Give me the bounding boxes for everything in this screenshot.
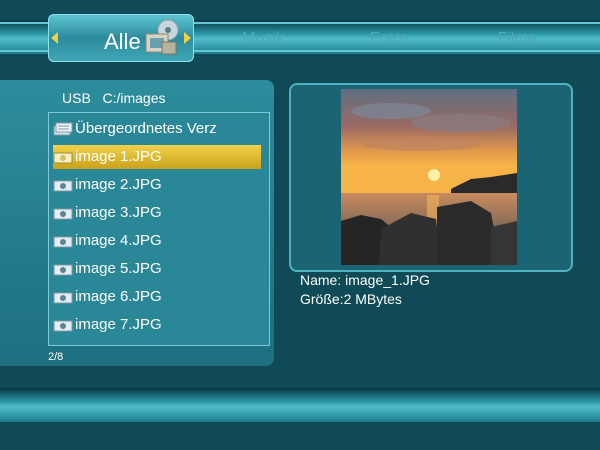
list-item-image-1[interactable]: image 1.JPG	[53, 145, 261, 169]
bottom-bar	[0, 388, 600, 422]
list-item-image-4[interactable]: image 4.JPG	[53, 229, 261, 253]
file-size-info: Größe:2 MBytes	[300, 291, 402, 307]
photo-file-icon	[53, 292, 73, 304]
file-name-info: Name: image_1.JPG	[300, 272, 430, 288]
photo-file-icon	[53, 180, 73, 192]
file-browser-panel: USB C:/images Übergeordnetes Verz image …	[0, 80, 274, 366]
tab-filme[interactable]: Filme	[457, 30, 577, 48]
source-label: USB	[62, 90, 91, 106]
tab-right-arrow-icon[interactable]	[184, 32, 191, 44]
photo-preview	[341, 89, 517, 265]
photo-file-icon	[53, 264, 73, 276]
current-path: USB C:/images	[62, 90, 166, 106]
tab-musik[interactable]: Musik	[203, 30, 323, 48]
parent-folder-icon	[53, 122, 73, 136]
list-item-image-7[interactable]: image 7.JPG	[53, 313, 261, 337]
tab-left-arrow-icon[interactable]	[51, 32, 58, 44]
tab-fotos[interactable]: Fotos	[330, 30, 450, 48]
tab-alle-label: Alle	[104, 29, 141, 54]
list-item-image-3[interactable]: image 3.JPG	[53, 201, 261, 225]
photo-file-icon	[53, 236, 73, 248]
list-item-parent-folder[interactable]: Übergeordnetes Verz	[53, 117, 261, 141]
tab-alle[interactable]: Alle	[48, 14, 194, 62]
path-label: C:/images	[102, 90, 166, 106]
media-all-icon	[145, 19, 179, 55]
list-item-image-2[interactable]: image 2.JPG	[53, 173, 261, 197]
photo-file-icon	[53, 208, 73, 220]
page-indicator: 2/8	[48, 351, 64, 363]
photo-file-icon	[53, 152, 73, 164]
list-item-image-6[interactable]: image 6.JPG	[53, 285, 261, 309]
list-item-image-5[interactable]: image 5.JPG	[53, 257, 261, 281]
file-list: Übergeordnetes Verz image 1.JPG image 2.…	[48, 112, 270, 346]
photo-file-icon	[53, 320, 73, 332]
preview-panel	[289, 83, 573, 272]
